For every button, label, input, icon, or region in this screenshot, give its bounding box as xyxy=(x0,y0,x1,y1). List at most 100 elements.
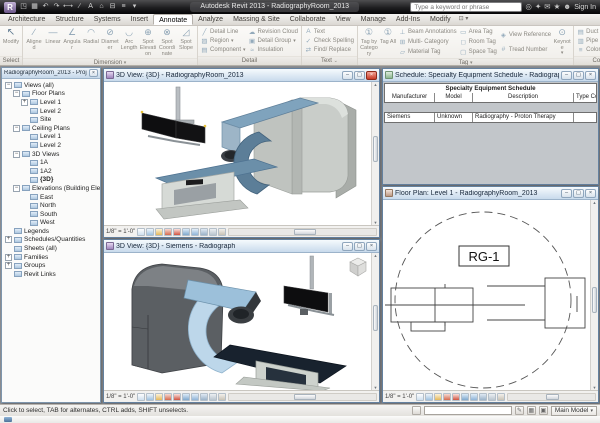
restore-button[interactable]: ▢ xyxy=(354,70,365,80)
subscription-center-icon[interactable]: ✦ xyxy=(535,2,541,12)
browser-item-level-1[interactable]: Level 1 xyxy=(2,133,100,142)
communication-center-icon[interactable]: ✉ xyxy=(544,2,550,12)
undo-icon[interactable]: ↶ xyxy=(41,2,50,12)
ribbon-button-insulation[interactable]: ≈ Insulation xyxy=(249,46,298,55)
crop-view-icon[interactable] xyxy=(416,392,425,401)
detail-level-icon[interactable] xyxy=(425,392,434,401)
horizontal-scrollbar[interactable] xyxy=(507,392,596,401)
horizontal-scrollbar[interactable] xyxy=(228,227,377,236)
browser-item-revit-links[interactable]: Revit Links xyxy=(2,270,100,279)
browser-item-elevations-building-elevation[interactable]: −Elevations (Building Elevation) xyxy=(2,184,100,193)
tree-minus-icon[interactable]: − xyxy=(13,150,20,158)
measure-icon[interactable]: ⟷ xyxy=(63,2,73,12)
cell-model[interactable]: Unknown xyxy=(435,113,473,122)
window-title-bar[interactable]: Schedule: Specialty Equipment Schedule -… xyxy=(383,69,598,82)
ribbon-button-spot-slope[interactable]: ◿ Spot Slope xyxy=(177,27,195,57)
worksharing-display-icon[interactable] xyxy=(218,227,227,236)
restore-button[interactable]: ▢ xyxy=(573,188,584,198)
browser-item-sheets-all[interactable]: Sheets (all) xyxy=(2,244,100,253)
ribbon-button-text[interactable]: A Text xyxy=(305,27,354,36)
column-header-description[interactable]: Description xyxy=(473,93,574,102)
sign-in-button[interactable]: Sign In xyxy=(574,4,596,11)
exclude-options-icon[interactable]: ▦ xyxy=(526,406,536,415)
restore-button[interactable]: ▢ xyxy=(354,241,365,251)
ribbon-button-detail-line[interactable]: ╱ Detail Line xyxy=(201,27,246,36)
redo-icon[interactable]: ↷ xyxy=(52,2,61,12)
editable-only-icon[interactable]: ✎ xyxy=(514,406,524,415)
ribbon-button-area-tag[interactable]: ▭ Area Tag xyxy=(460,28,497,37)
revit-logo-button[interactable]: R xyxy=(4,1,16,13)
browser-item-floor-plans[interactable]: − Floor Plans xyxy=(2,90,100,99)
ribbon-button-tag-all[interactable]: ① Tag All xyxy=(379,27,397,57)
ribbon-button-duct-legend[interactable]: ▤Duct Legend xyxy=(577,27,600,36)
temporary-hide-isolate-icon[interactable] xyxy=(479,392,488,401)
panel-label-text[interactable]: Text ⌄ xyxy=(301,56,357,65)
window-title-bar[interactable]: Floor Plan: Level 1 - RadiographyRoom_20… xyxy=(383,187,598,200)
tree-plus-icon[interactable]: + xyxy=(21,98,28,106)
view-scale-label[interactable]: 1/8" = 1'-0" xyxy=(385,394,414,400)
tree-plus-icon[interactable]: + xyxy=(5,262,12,270)
visual-style-icon[interactable] xyxy=(434,392,443,401)
ribbon-button-multi-category[interactable]: ⊞ Multi- Category xyxy=(399,38,457,47)
tab-architecture[interactable]: Architecture xyxy=(3,14,50,25)
browser-item-north[interactable]: North xyxy=(2,201,100,210)
vertical-scrollbar-thumb[interactable] xyxy=(373,305,378,332)
sun-path-icon[interactable] xyxy=(443,392,452,401)
ribbon-button-spot-elevation[interactable]: ⊕ Spot Elevation xyxy=(139,27,157,57)
temporary-hide-isolate-icon[interactable] xyxy=(200,392,209,401)
panel-display-toggle-icon[interactable]: ⊡ ▾ xyxy=(456,14,472,25)
ribbon-button-check-spelling[interactable]: ✓ Check Spelling xyxy=(305,36,354,45)
tab-collaborate[interactable]: Collaborate xyxy=(285,14,331,25)
sun-path-icon[interactable] xyxy=(164,227,173,236)
text-icon[interactable]: A xyxy=(86,2,95,12)
tab-systems[interactable]: Systems xyxy=(89,14,126,25)
panel-label-dimension[interactable]: Dimension ▾ xyxy=(23,58,197,65)
show-crop-region-icon[interactable] xyxy=(470,392,479,401)
browser-item-1a2[interactable]: 1A2 xyxy=(2,167,100,176)
browser-item-families[interactable]: + Families xyxy=(2,253,100,262)
vertical-scrollbar[interactable]: ▲ ▼ xyxy=(371,253,379,390)
horizontal-scrollbar-thumb[interactable] xyxy=(293,393,316,400)
scroll-up-icon[interactable]: ▲ xyxy=(591,200,598,205)
shadows-icon[interactable] xyxy=(173,392,182,401)
schedule-data-row[interactable]: Siemens Unknown Radiography - Proton The… xyxy=(384,112,597,123)
browser-item-legends[interactable]: Legends xyxy=(2,227,100,236)
restore-button[interactable]: ▢ xyxy=(573,70,584,80)
browser-item-views-all[interactable]: − Views (all) xyxy=(2,81,100,90)
horizontal-scrollbar-thumb[interactable] xyxy=(546,393,560,400)
browser-item-west[interactable]: West xyxy=(2,219,100,228)
ribbon-button-color-fill-legend[interactable]: ≡Color Fill Legend xyxy=(577,46,600,55)
temporary-hide-isolate-icon[interactable] xyxy=(200,227,209,236)
thin-lines-icon[interactable]: ≡ xyxy=(119,2,128,12)
tree-plus-icon[interactable]: + xyxy=(5,253,12,261)
drawing-area-3d-siemens[interactable]: ▲ ▼ xyxy=(104,253,379,390)
column-header-type-comments[interactable]: Type Comme xyxy=(574,93,596,102)
scroll-down-icon[interactable]: ▼ xyxy=(372,220,379,225)
browser-item-3d[interactable]: {3D} xyxy=(2,176,100,185)
browser-item-schedules-quantities[interactable]: + Schedules/Quantities xyxy=(2,236,100,245)
ribbon-button-spot-coordinate[interactable]: ⊗ Spot Coordinate xyxy=(158,27,176,57)
view-scale-label[interactable]: 1/8" = 1'-0" xyxy=(106,229,135,235)
browser-item-level-2[interactable]: Level 2 xyxy=(2,141,100,150)
scroll-up-icon[interactable]: ▲ xyxy=(372,82,379,87)
project-browser-title-bar[interactable]: RadiographyRoom_2013 - Project Bro... × xyxy=(2,68,100,79)
tab-analyze[interactable]: Analyze xyxy=(193,14,228,25)
customize-quick-access-icon[interactable]: ▾ xyxy=(130,2,139,12)
user-icon[interactable]: ☻ xyxy=(563,2,571,12)
show-crop-region-icon[interactable] xyxy=(191,392,200,401)
minimize-button[interactable]: – xyxy=(342,241,353,251)
vertical-scrollbar-thumb[interactable] xyxy=(373,136,378,163)
tab-modify[interactable]: Modify xyxy=(425,14,456,25)
ribbon-button-room-tag[interactable]: ◻ Room Tag xyxy=(460,38,497,47)
save-icon[interactable]: ▦ xyxy=(30,2,39,12)
minimize-button[interactable]: – xyxy=(561,188,572,198)
ribbon-button-angular[interactable]: ∠ Angular xyxy=(63,27,81,57)
show-rendering-icon[interactable] xyxy=(461,392,470,401)
equipment-plan-linework[interactable] xyxy=(385,277,586,332)
visual-style-icon[interactable] xyxy=(155,392,164,401)
browser-item-site[interactable]: Site xyxy=(2,115,100,124)
close-button[interactable]: × xyxy=(585,70,596,80)
ribbon-button-view-reference[interactable]: ◈ View Reference xyxy=(500,30,551,39)
tab-structure[interactable]: Structure xyxy=(50,14,88,25)
ribbon-button-detail-group[interactable]: ▣ Detail Group ▾ xyxy=(249,36,298,45)
